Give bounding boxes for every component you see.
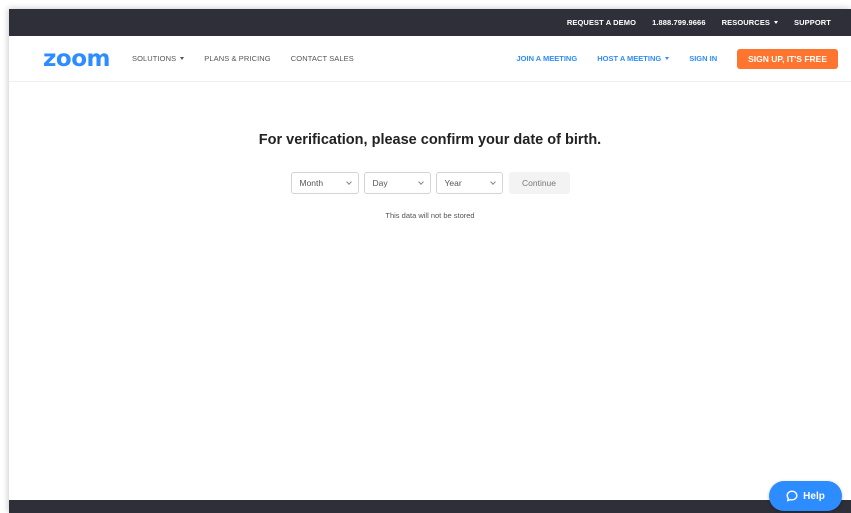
utility-bar: REQUEST A DEMO 1.888.799.9666 RESOURCES … bbox=[9, 9, 851, 36]
request-demo-label: REQUEST A DEMO bbox=[566, 18, 637, 27]
caret-down-icon bbox=[180, 57, 185, 60]
sign-in-link[interactable]: SIGN IN bbox=[689, 54, 717, 63]
caret-down-icon bbox=[665, 57, 670, 60]
resources-menu[interactable]: RESOURCES bbox=[721, 18, 779, 27]
caret-down-icon bbox=[774, 21, 779, 24]
support-link[interactable]: SUPPORT bbox=[794, 18, 831, 27]
year-select[interactable]: Year bbox=[435, 172, 503, 194]
plans-pricing-link[interactable]: PLANS & PRICING bbox=[204, 54, 271, 63]
page-title: For verification, please confirm your da… bbox=[258, 132, 602, 148]
solutions-label: SOLUTIONS bbox=[131, 54, 177, 63]
browser-viewport: REQUEST A DEMO 1.888.799.9666 RESOURCES … bbox=[9, 9, 851, 513]
year-select-value: Year bbox=[444, 178, 462, 188]
solutions-menu[interactable]: SOLUTIONS bbox=[131, 54, 185, 63]
request-demo-link[interactable]: REQUEST A DEMO bbox=[567, 18, 636, 27]
chevron-down-icon bbox=[345, 179, 352, 185]
resources-label: RESOURCES bbox=[721, 18, 771, 27]
chat-bubble-icon bbox=[786, 490, 798, 502]
help-label: Help bbox=[803, 490, 825, 502]
privacy-note: This data will not be stored bbox=[385, 211, 475, 220]
day-select-value: Day bbox=[372, 178, 388, 188]
zoom-logo[interactable]: zoom bbox=[43, 46, 110, 72]
host-meeting-menu[interactable]: HOST A MEETING bbox=[597, 54, 670, 63]
nav-left-group: SOLUTIONS PLANS & PRICING CONTACT SALES bbox=[132, 54, 374, 63]
nav-right-group: JOIN A MEETING HOST A MEETING SIGN IN SI… bbox=[496, 48, 851, 69]
day-select[interactable]: Day bbox=[363, 172, 431, 194]
dob-form: Month Day Year Continue bbox=[290, 172, 570, 194]
month-select[interactable]: Month bbox=[290, 172, 359, 194]
main-navbar: zoom SOLUTIONS PLANS & PRICING CONTACT S… bbox=[9, 36, 851, 82]
help-button[interactable]: Help bbox=[769, 481, 842, 511]
phone-number-label: 1.888.799.9666 bbox=[652, 18, 706, 27]
footer-bar bbox=[9, 500, 851, 513]
verification-section: For verification, please confirm your da… bbox=[9, 82, 851, 220]
phone-number-link[interactable]: 1.888.799.9666 bbox=[652, 18, 706, 27]
chevron-down-icon bbox=[417, 179, 424, 185]
support-label: SUPPORT bbox=[794, 18, 831, 27]
continue-button[interactable]: Continue bbox=[508, 172, 570, 194]
host-meeting-label: HOST A MEETING bbox=[597, 54, 662, 63]
month-select-value: Month bbox=[299, 178, 324, 188]
join-meeting-link[interactable]: JOIN A MEETING bbox=[516, 54, 577, 63]
chevron-down-icon bbox=[489, 179, 496, 185]
contact-sales-link[interactable]: CONTACT SALES bbox=[291, 54, 354, 63]
sign-up-button[interactable]: SIGN UP, IT'S FREE bbox=[737, 48, 838, 69]
